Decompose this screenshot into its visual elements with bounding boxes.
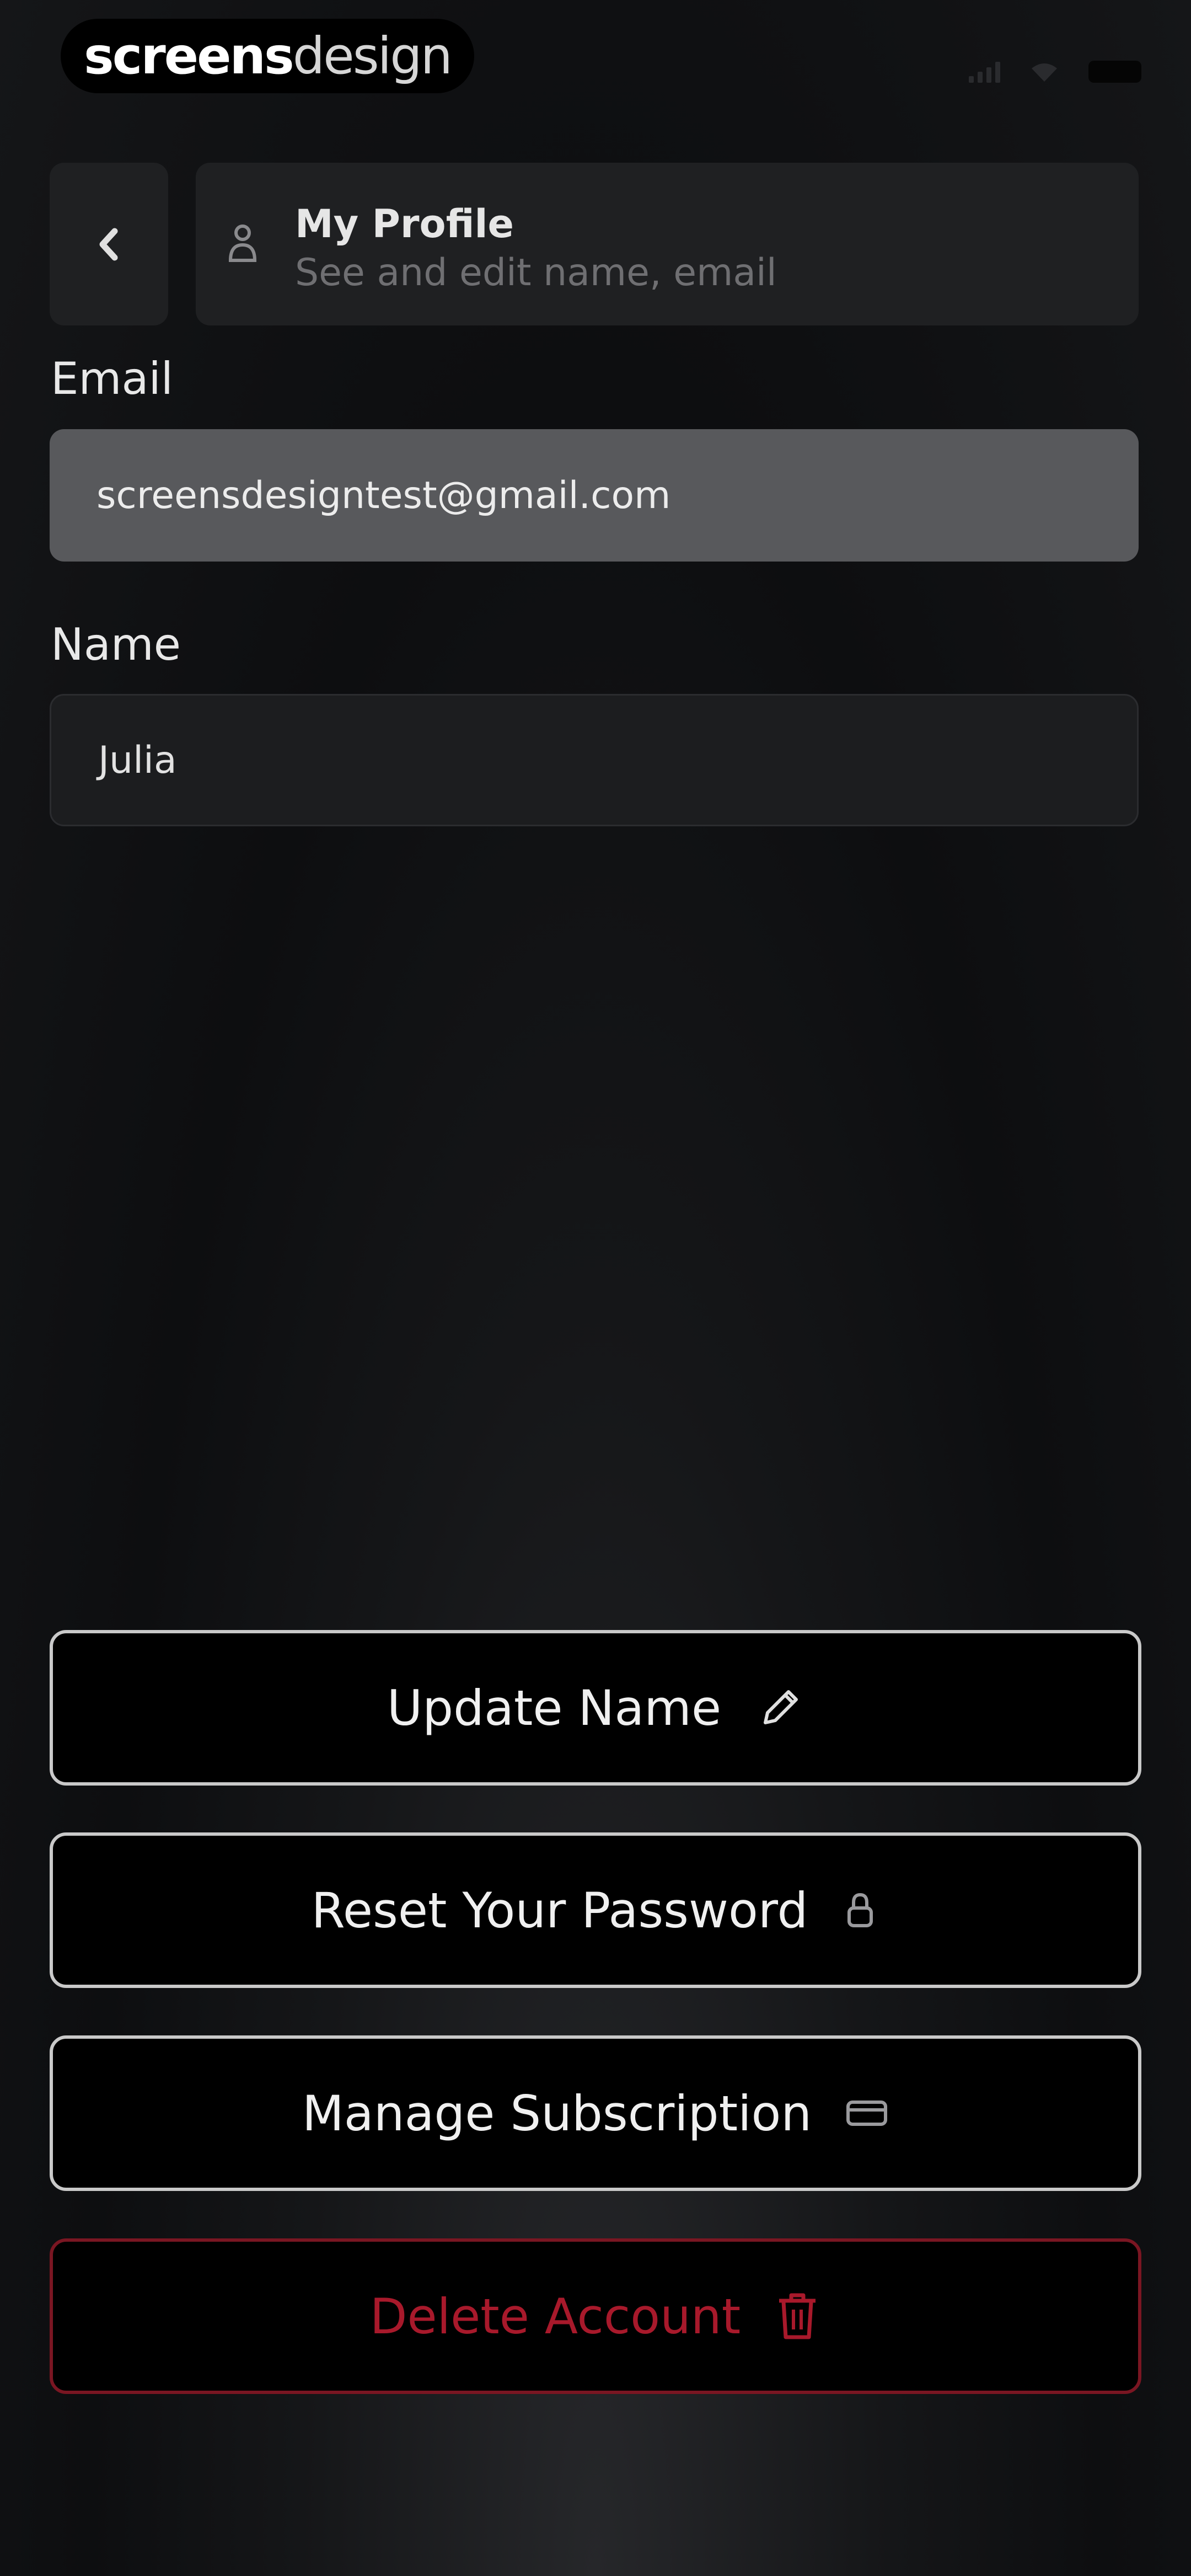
brand-logo-part1: screens — [84, 26, 294, 85]
trash-icon — [774, 2290, 821, 2343]
name-field[interactable]: Julia — [50, 694, 1139, 826]
brand-logo: screens design — [61, 19, 474, 93]
delete-account-button[interactable]: Delete Account — [50, 2238, 1141, 2394]
signal-icon — [969, 61, 1000, 83]
name-label: Name — [51, 619, 181, 670]
back-button[interactable] — [50, 163, 168, 325]
lock-icon — [841, 1888, 879, 1932]
profile-screen: screens design My Profile See and edit na… — [0, 0, 1191, 2576]
page-title: My Profile — [295, 201, 514, 247]
profile-header-card: My Profile See and edit name, email — [196, 163, 1139, 325]
reset-password-button-label: Reset Your Password — [311, 1882, 808, 1939]
email-field[interactable]: screensdesigntest@gmail.com — [50, 429, 1139, 562]
pencil-icon — [754, 1683, 804, 1733]
reset-password-button[interactable]: Reset Your Password — [50, 1832, 1141, 1988]
status-bar: screens design — [0, 0, 1191, 121]
email-label: Email — [51, 353, 173, 404]
manage-subscription-button[interactable]: Manage Subscription — [50, 2035, 1141, 2191]
chevron-left-icon — [99, 228, 117, 260]
credit-card-icon — [845, 2097, 889, 2130]
delete-account-button-label: Delete Account — [369, 2288, 741, 2345]
manage-subscription-button-label: Manage Subscription — [302, 2085, 812, 2142]
battery-icon — [1088, 61, 1141, 83]
status-icons — [969, 50, 1141, 83]
page-subtitle: See and edit name, email — [295, 251, 777, 295]
update-name-button[interactable]: Update Name — [50, 1630, 1141, 1786]
brand-logo-part2: design — [292, 26, 453, 85]
wifi-icon — [1032, 63, 1057, 82]
email-field-value: screensdesigntest@gmail.com — [96, 473, 671, 517]
name-field-value: Julia — [98, 738, 177, 782]
update-name-button-label: Update Name — [387, 1679, 722, 1736]
user-icon — [228, 225, 257, 262]
